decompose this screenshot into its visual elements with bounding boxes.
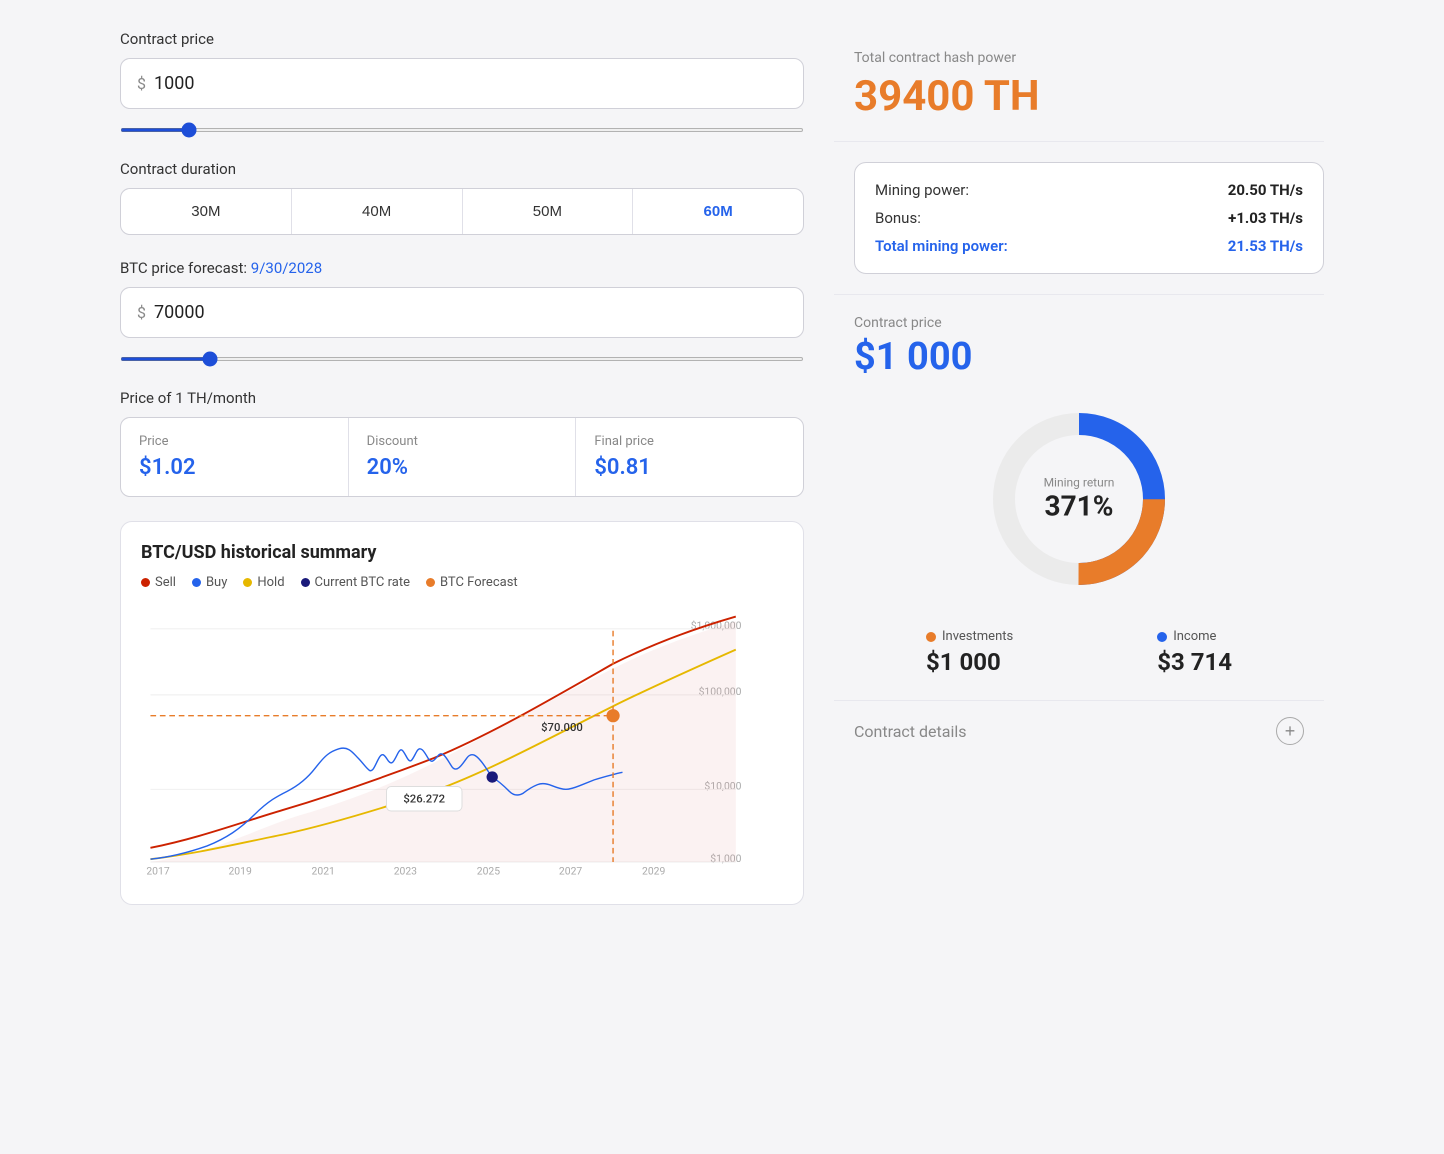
right-contract-price-section: Contract price $1 000 xyxy=(834,294,1324,379)
contract-price-input-box: $ 1000 xyxy=(120,58,804,109)
price-th-label: Price of 1 TH/month xyxy=(120,389,804,407)
svg-text:2017: 2017 xyxy=(146,864,169,877)
price-table-section: Price of 1 TH/month Price $1.02 Discount… xyxy=(120,389,804,497)
price-table: Price $1.02 Discount 20% Final price $0.… xyxy=(120,417,804,497)
svg-text:2025: 2025 xyxy=(477,864,500,877)
donut-center: Mining return 371% xyxy=(1044,476,1115,523)
investments-value: $1 000 xyxy=(926,648,1013,676)
chart-title: BTC/USD historical summary xyxy=(141,542,783,563)
btc-forecast-section: BTC price forecast: 9/30/2028 $ 70000 xyxy=(120,259,804,365)
legend-buy: Buy xyxy=(192,575,227,590)
btc-price-currency: $ xyxy=(137,303,146,322)
legend-btc-forecast: BTC Forecast xyxy=(426,575,518,590)
legend-hold: Hold xyxy=(243,575,284,590)
final-price-value: $0.81 xyxy=(594,455,785,480)
left-panel: Contract price $ 1000 Contract duration … xyxy=(120,30,834,905)
right-panel: Total contract hash power 39400 TH Minin… xyxy=(834,30,1324,905)
contract-price-label: Contract price xyxy=(120,30,804,48)
svg-text:2023: 2023 xyxy=(394,864,417,877)
investments-item: Investments $1 000 xyxy=(926,629,1013,676)
btc-price-value: 70000 xyxy=(154,302,205,323)
chart-section: BTC/USD historical summary Sell Buy Hold… xyxy=(120,521,804,905)
bonus-value: +1.03 TH/s xyxy=(1228,209,1303,227)
contract-duration-label: Contract duration xyxy=(120,160,804,178)
current-btc-label: Current BTC rate xyxy=(315,575,410,590)
svg-text:2027: 2027 xyxy=(559,864,582,877)
duration-buttons-group: 30M 40M 50M 60M xyxy=(120,188,804,235)
hold-label: Hold xyxy=(257,575,284,590)
duration-btn-60m[interactable]: 60M xyxy=(633,189,803,234)
mining-power-value: 20.50 TH/s xyxy=(1228,181,1303,199)
bonus-row: Bonus: +1.03 TH/s xyxy=(875,209,1303,227)
discount-cell: Discount 20% xyxy=(349,418,577,496)
chart-svg: $1,000,000 $100,000 $10,000 $1,000 xyxy=(141,604,783,884)
right-contract-price-value: $1 000 xyxy=(854,335,1324,379)
current-btc-dot xyxy=(301,578,310,587)
btc-forecast-dot xyxy=(426,578,435,587)
total-mining-value: 21.53 TH/s xyxy=(1228,237,1303,255)
income-label: Income xyxy=(1173,629,1216,644)
buy-label: Buy xyxy=(206,575,227,590)
contract-price-slider[interactable] xyxy=(120,128,804,132)
btc-price-slider[interactable] xyxy=(120,357,804,361)
contract-price-value: 1000 xyxy=(154,73,194,94)
income-legend: Income xyxy=(1157,629,1232,644)
hold-dot xyxy=(243,578,252,587)
chart-legend: Sell Buy Hold Current BTC rate BTC Forec… xyxy=(141,575,783,590)
legend-sell: Sell xyxy=(141,575,176,590)
total-mining-label: Total mining power: xyxy=(875,237,1008,255)
sell-dot xyxy=(141,578,150,587)
total-mining-row: Total mining power: 21.53 TH/s xyxy=(875,237,1303,255)
donut-center-value: 371% xyxy=(1044,490,1115,523)
mining-details-card: Mining power: 20.50 TH/s Bonus: +1.03 TH… xyxy=(854,162,1324,274)
income-value: $3 714 xyxy=(1157,648,1232,676)
investments-dot xyxy=(926,632,936,642)
final-price-cell: Final price $0.81 xyxy=(576,418,803,496)
btc-price-input-box: $ 70000 xyxy=(120,287,804,338)
svg-text:2021: 2021 xyxy=(312,864,335,877)
contract-details-row: Contract details + xyxy=(834,700,1324,761)
contract-details-expand-button[interactable]: + xyxy=(1276,717,1304,745)
donut-section: Mining return 371% xyxy=(834,379,1324,619)
investments-legend: Investments xyxy=(926,629,1013,644)
donut-wrapper: Mining return 371% xyxy=(979,399,1179,599)
svg-text:2029: 2029 xyxy=(642,864,665,877)
final-price-label: Final price xyxy=(594,434,785,449)
income-dot xyxy=(1157,632,1167,642)
sell-label: Sell xyxy=(155,575,176,590)
hash-power-value: 39400 TH xyxy=(854,72,1324,121)
btc-forecast-label: BTC price forecast: 9/30/2028 xyxy=(120,259,804,277)
mining-power-label: Mining power: xyxy=(875,181,969,199)
duration-btn-50m[interactable]: 50M xyxy=(463,189,634,234)
donut-center-label: Mining return xyxy=(1044,476,1115,490)
price-label: Price xyxy=(139,434,330,449)
mining-power-row: Mining power: 20.50 TH/s xyxy=(875,181,1303,199)
btc-forecast-date-link[interactable]: 9/30/2028 xyxy=(251,259,322,277)
hash-power-label: Total contract hash power xyxy=(854,50,1324,66)
contract-duration-section: Contract duration 30M 40M 50M 60M xyxy=(120,160,804,235)
price-value: $1.02 xyxy=(139,455,330,480)
contract-price-currency: $ xyxy=(137,74,146,93)
discount-value: 20% xyxy=(367,455,558,480)
svg-text:2019: 2019 xyxy=(228,864,251,877)
duration-btn-40m[interactable]: 40M xyxy=(292,189,463,234)
chart-area: $1,000,000 $100,000 $10,000 $1,000 xyxy=(141,604,783,884)
legend-current-btc: Current BTC rate xyxy=(301,575,410,590)
buy-dot xyxy=(192,578,201,587)
income-item: Income $3 714 xyxy=(1157,629,1232,676)
hash-power-section: Total contract hash power 39400 TH xyxy=(834,30,1324,142)
right-contract-price-label: Contract price xyxy=(854,315,1324,331)
price-cell: Price $1.02 xyxy=(121,418,349,496)
duration-btn-30m[interactable]: 30M xyxy=(121,189,292,234)
svg-text:$26.272: $26.272 xyxy=(403,792,445,806)
btc-forecast-legend-label: BTC Forecast xyxy=(440,575,518,590)
contract-price-section: Contract price $ 1000 xyxy=(120,30,804,136)
bonus-label: Bonus: xyxy=(875,209,921,227)
contract-details-label: Contract details xyxy=(854,722,966,741)
discount-label: Discount xyxy=(367,434,558,449)
investments-label: Investments xyxy=(942,629,1013,644)
investments-row: Investments $1 000 Income $3 714 xyxy=(834,619,1324,696)
svg-text:$70.000: $70.000 xyxy=(541,720,583,734)
